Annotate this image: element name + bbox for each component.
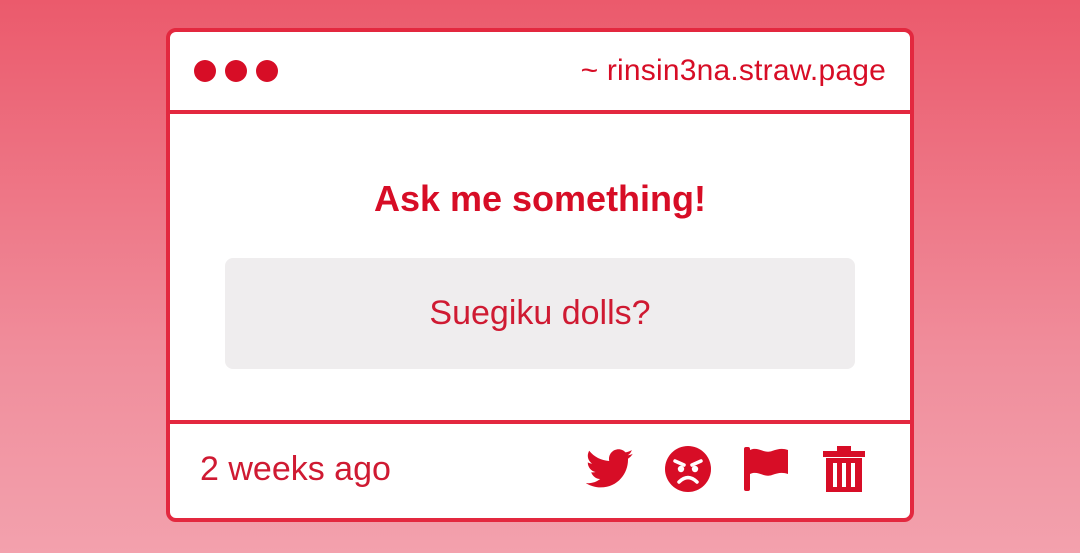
action-bar: [586, 445, 868, 493]
window-dot-1: [194, 60, 216, 82]
delete-button[interactable]: [820, 445, 868, 493]
twitter-share-button[interactable]: [586, 445, 634, 493]
window-dots: [194, 60, 278, 82]
question-content: Ask me something! Suegiku dolls?: [170, 114, 910, 424]
trash-icon: [823, 446, 865, 492]
page-title: Ask me something!: [373, 178, 707, 219]
twitter-bird-icon: [586, 449, 634, 488]
question-text: Suegiku dolls?: [429, 294, 651, 332]
question-card: ~ rinsin3na.straw.page Ask me something!…: [166, 28, 914, 522]
angry-face-icon: [665, 446, 711, 492]
report-button[interactable]: [742, 445, 790, 493]
timestamp: 2 weeks ago: [200, 449, 391, 488]
question-box: Suegiku dolls?: [225, 258, 855, 369]
flag-icon: [744, 447, 788, 491]
angry-react-button[interactable]: [664, 445, 712, 493]
page-url[interactable]: ~ rinsin3na.straw.page: [581, 54, 886, 88]
window-titlebar: ~ rinsin3na.straw.page: [170, 32, 910, 114]
window-dot-3: [256, 60, 278, 82]
card-footer: 2 weeks ago: [170, 424, 910, 514]
window-dot-2: [225, 60, 247, 82]
